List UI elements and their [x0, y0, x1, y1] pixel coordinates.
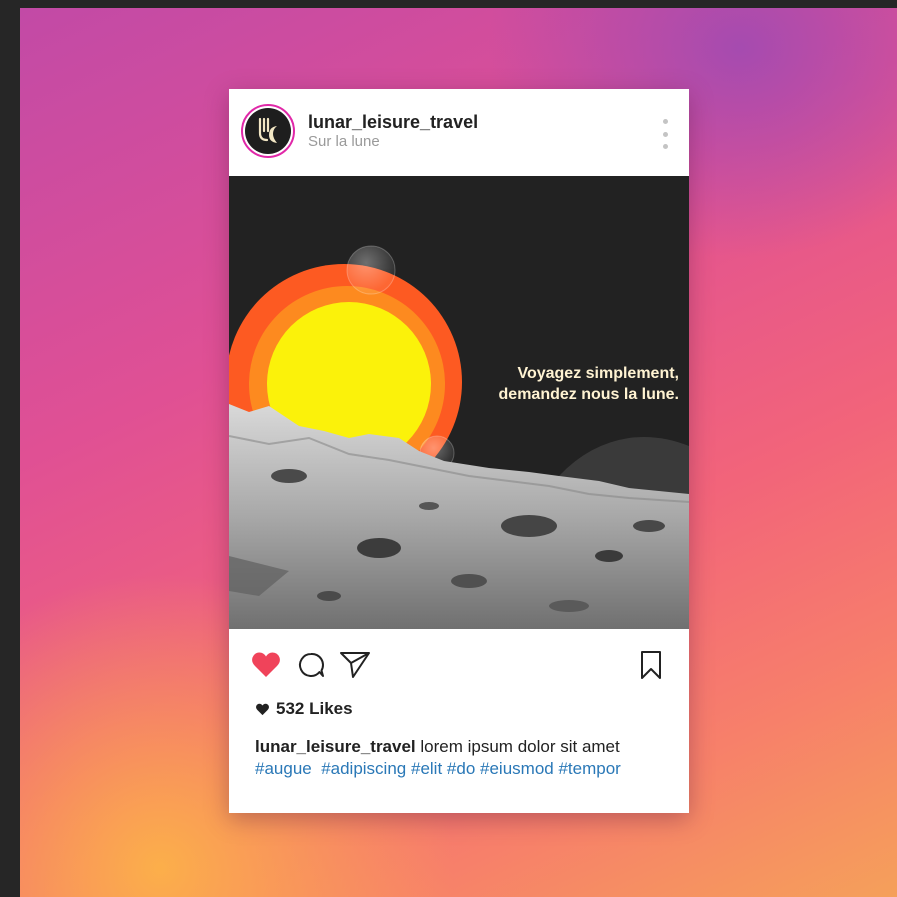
more-vertical-icon[interactable] [657, 119, 673, 149]
likes-count[interactable]: 532 Likes [255, 699, 353, 719]
caption-username[interactable]: lunar_leisure_travel [255, 737, 416, 756]
brand-logo-icon [245, 108, 291, 154]
likes-label: 532 Likes [276, 699, 353, 718]
ad-slogan: Voyagez simplement, demandez nous la lun… [399, 363, 679, 405]
post-caption: lunar_leisure_travel lorem ipsum dolor s… [255, 736, 675, 780]
bookmark-icon[interactable] [634, 648, 668, 682]
hashtag[interactable]: #augue [255, 759, 312, 778]
slogan-line-2: demandez nous la lune. [498, 386, 679, 403]
post-header: lunar_leisure_travel Sur la lune [229, 89, 689, 176]
send-icon[interactable] [338, 648, 372, 682]
instagram-post-card: lunar_leisure_travel Sur la lune Voyagez… [229, 89, 689, 813]
heart-icon[interactable] [249, 648, 283, 682]
heart-small-icon [256, 703, 269, 715]
avatar[interactable] [241, 104, 295, 158]
post-actions-bar [229, 629, 689, 699]
post-image[interactable]: Voyagez simplement, demandez nous la lun… [229, 176, 689, 629]
post-username[interactable]: lunar_leisure_travel [308, 112, 478, 133]
hashtag[interactable]: #do [447, 759, 475, 778]
hashtag[interactable]: #elit [411, 759, 442, 778]
post-location[interactable]: Sur la lune [308, 133, 380, 150]
hashtag-list: #augue #adipiscing #elit #do #eiusmod #t… [255, 759, 621, 778]
hashtag[interactable]: #eiusmod [480, 759, 554, 778]
slogan-line-1: Voyagez simplement, [517, 365, 679, 382]
comment-icon[interactable] [294, 648, 328, 682]
hashtag[interactable]: #adipiscing [321, 759, 406, 778]
hashtag[interactable]: #tempor [558, 759, 620, 778]
caption-text: lorem ipsum dolor sit amet [420, 737, 620, 756]
